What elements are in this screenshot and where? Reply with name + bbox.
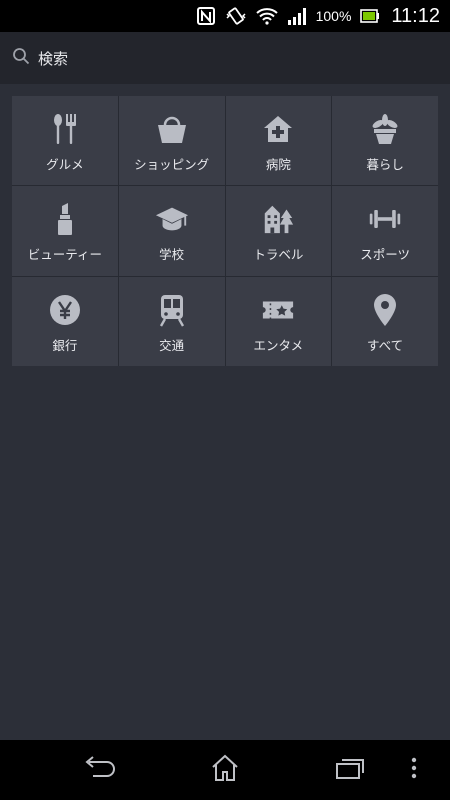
recent-apps-icon: [334, 756, 366, 784]
menu-icon: [411, 757, 417, 783]
category-label: 銀行: [52, 337, 78, 353]
nfc-icon: [196, 6, 216, 26]
category-beauty[interactable]: ビューティー: [12, 186, 118, 276]
category-sports[interactable]: スポーツ: [332, 186, 438, 276]
wifi-icon: [255, 7, 278, 25]
search-bar[interactable]: 検索: [0, 32, 450, 84]
graduation-cap-icon: [155, 202, 189, 236]
category-hospital[interactable]: 病院: [225, 96, 332, 186]
fork-spoon-icon: [48, 112, 82, 146]
hospital-icon: [261, 112, 295, 146]
menu-button[interactable]: [404, 754, 424, 786]
category-label: ショッピング: [134, 157, 210, 173]
search-label: 検索: [38, 49, 69, 68]
dumbbell-icon: [368, 202, 402, 236]
yen-icon: [48, 293, 82, 327]
clock: 11:12: [391, 4, 440, 27]
recent-apps-button[interactable]: [330, 754, 370, 786]
category-gourmet[interactable]: グルメ: [12, 96, 118, 186]
category-shopping[interactable]: ショッピング: [118, 96, 225, 186]
home-button[interactable]: [205, 754, 245, 786]
category-travel[interactable]: トラベル: [225, 186, 332, 276]
search-icon: [12, 47, 30, 69]
home-icon: [210, 754, 240, 786]
category-all[interactable]: すべて: [332, 276, 438, 366]
category-label: 病院: [265, 157, 291, 173]
category-label: すべて: [367, 337, 404, 353]
category-bank[interactable]: 銀行: [12, 276, 118, 366]
category-label: 交通: [159, 337, 185, 353]
category-transport[interactable]: 交通: [118, 276, 225, 366]
battery-percent: 100%: [315, 8, 352, 24]
category-entertainment[interactable]: エンタメ: [225, 276, 332, 366]
category-label: グルメ: [46, 157, 84, 173]
plant-pot-icon: [368, 112, 402, 146]
map-pin-icon: [368, 293, 402, 327]
category-living[interactable]: 暮らし: [332, 96, 438, 186]
category-label: トラベル: [253, 247, 304, 263]
shopping-bag-icon: [155, 112, 189, 146]
back-button[interactable]: [80, 754, 120, 786]
category-label: エンタメ: [253, 337, 304, 353]
category-label: スポーツ: [360, 247, 410, 263]
train-icon: [155, 293, 189, 327]
back-icon: [83, 756, 117, 784]
navigation-bar: [0, 740, 450, 800]
category-school[interactable]: 学校: [118, 186, 225, 276]
status-bar: 100% 11:12: [0, 0, 450, 32]
category-label: ビューティー: [27, 247, 102, 263]
travel-building-icon: [261, 202, 295, 236]
battery-icon: [360, 8, 380, 24]
ticket-icon: [261, 293, 295, 327]
signal-icon: [287, 7, 307, 25]
vibrate-icon: [225, 6, 247, 26]
category-grid: グルメ ショッピング 病院 暮らし ビューティー 学校 トラベル スポーツ 銀行…: [12, 96, 438, 366]
category-label: 暮らし: [366, 157, 404, 173]
category-label: 学校: [159, 247, 185, 263]
lipstick-icon: [48, 202, 82, 236]
